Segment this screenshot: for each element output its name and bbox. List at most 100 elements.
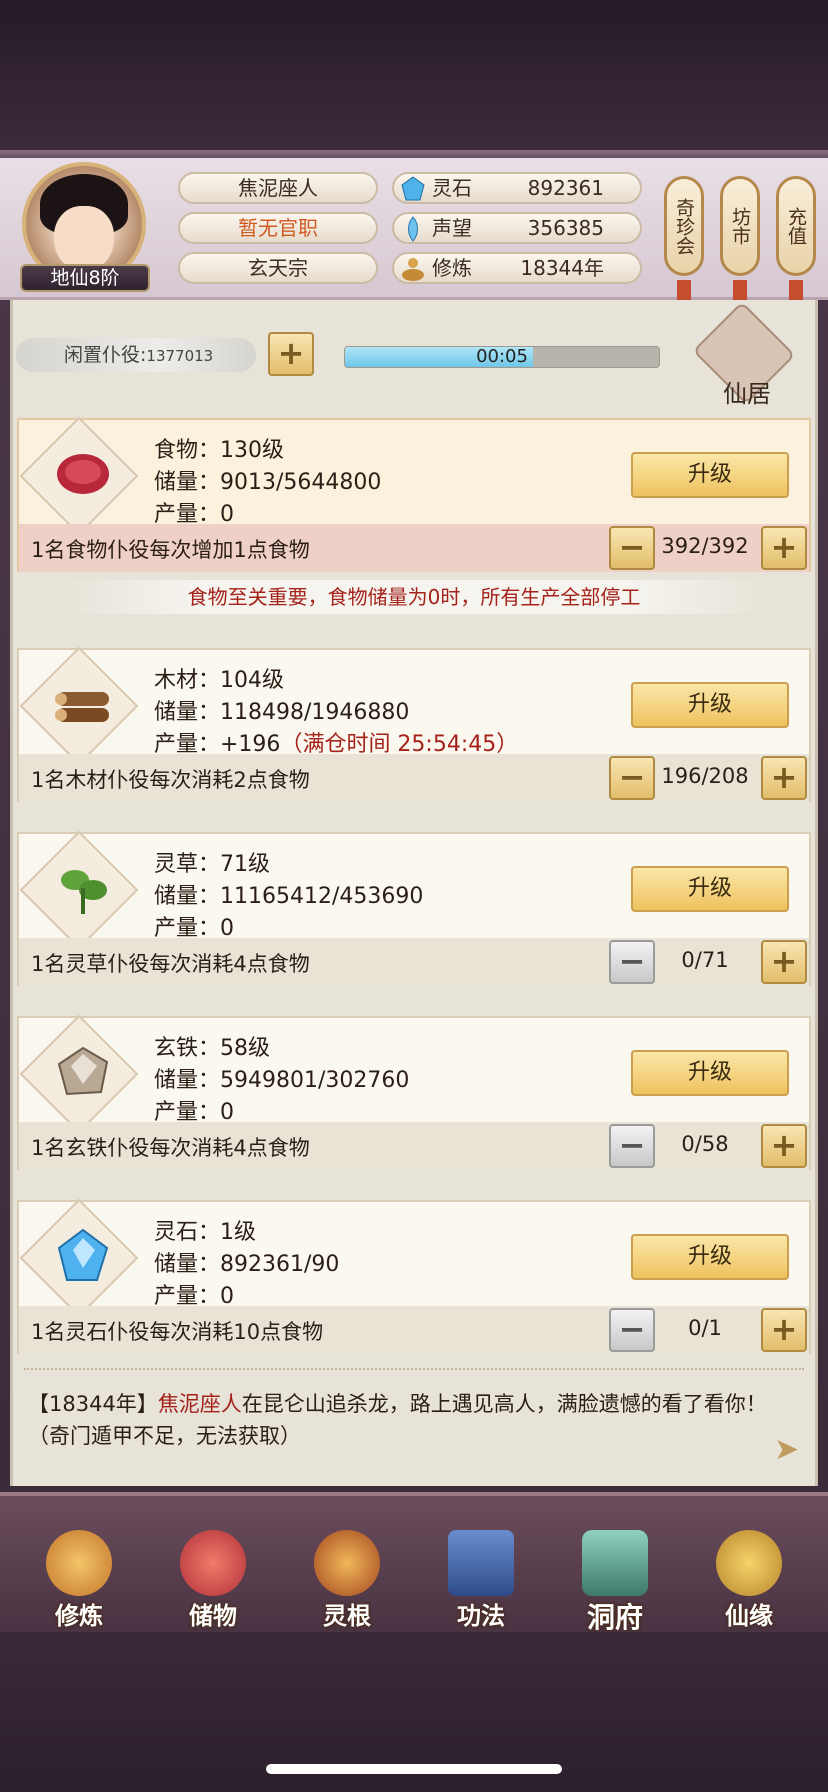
add-worker-button[interactable]: +: [761, 1308, 807, 1352]
player-name: 焦泥座人: [178, 172, 378, 204]
worker-row: 1名灵草仆役每次消耗4点食物 − 0/71 +: [19, 938, 809, 986]
avatar-face: [54, 206, 114, 272]
resource-storage: 储量：892361/90: [154, 1252, 340, 1277]
herb-icon: [61, 870, 107, 914]
gourd-icon: [716, 1530, 782, 1596]
worker-count: 196/208: [661, 764, 749, 788]
nav-label: 洞府: [586, 1601, 643, 1634]
worker-row: 1名木材仆役每次消耗2点食物 − 196/208 +: [19, 754, 809, 802]
resource-level: 木材：104级: [154, 668, 284, 693]
resource-label: 声望: [432, 216, 472, 240]
spirit-root-icon: [314, 1530, 380, 1596]
rank-badge: 地仙8阶: [20, 264, 150, 292]
treasure-fair-button[interactable]: 奇珍会: [664, 176, 704, 276]
home-indicator[interactable]: [266, 1764, 562, 1774]
resource-card-wood: 木材：104级 储量：118498/1946880 产量：+196（满仓时间 2…: [17, 646, 811, 802]
add-worker-button[interactable]: +: [761, 526, 807, 570]
add-worker-button[interactable]: +: [761, 756, 807, 800]
resource-level: 食物：130级: [154, 438, 284, 463]
resource-storage: 储量：11165412/453690: [154, 884, 424, 909]
recruit-servant-button[interactable]: +: [268, 332, 314, 376]
worker-row: 1名食物仆役每次增加1点食物 − 392/392 +: [19, 524, 809, 572]
remove-worker-button[interactable]: −: [609, 526, 655, 570]
resource-storage: 储量：9013/5644800: [154, 470, 382, 495]
meat-icon: [57, 454, 109, 494]
worker-row: 1名玄铁仆役每次消耗4点食物 − 0/58 +: [19, 1122, 809, 1170]
residence-label[interactable]: 仙居: [700, 374, 794, 409]
nav-label: 修炼: [55, 1602, 103, 1630]
nav-label: 功法: [457, 1602, 505, 1630]
resource-value: 892361: [527, 176, 604, 200]
production-timer: 00:05: [344, 346, 660, 368]
nav-cave[interactable]: 洞府: [560, 1520, 670, 1634]
nav-storage[interactable]: 储物: [158, 1520, 268, 1630]
add-worker-button[interactable]: +: [761, 940, 807, 984]
resource-label: 灵石: [432, 176, 472, 200]
cultivation-resource: 修炼 18344年: [392, 252, 642, 284]
remove-worker-button[interactable]: −: [609, 1124, 655, 1168]
event-log: 【18344年】焦泥座人在昆仑山追杀龙，路上遇见高人，满脸遗憾的看了看你！（奇门…: [28, 1388, 788, 1452]
worker-description: 1名灵草仆役每次消耗4点食物: [31, 952, 310, 976]
remove-worker-button[interactable]: −: [609, 756, 655, 800]
nav-label: 储物: [189, 1602, 237, 1630]
add-worker-button[interactable]: +: [761, 1124, 807, 1168]
recharge-button[interactable]: 充值: [776, 176, 816, 276]
worker-description: 1名灵石仆役每次消耗10点食物: [31, 1320, 324, 1344]
resource-level: 灵石：1级: [154, 1220, 256, 1245]
sect-name: 玄天宗: [178, 252, 378, 284]
spirit-stone-icon: [401, 176, 425, 201]
upgrade-button[interactable]: 升级: [631, 1234, 789, 1280]
idle-count: 1377013: [146, 347, 214, 365]
market-button[interactable]: 坊市: [720, 176, 760, 276]
cave-house-icon: [582, 1530, 648, 1596]
official-title[interactable]: 暂无官职: [178, 212, 378, 244]
resource-label: 修炼: [432, 256, 472, 280]
worker-count: 0/58: [681, 1132, 729, 1156]
worker-description: 1名木材仆役每次消耗2点食物: [31, 768, 310, 792]
resource-value: 18344年: [520, 256, 604, 280]
worker-description: 1名食物仆役每次增加1点食物: [31, 538, 310, 562]
upgrade-button[interactable]: 升级: [631, 866, 789, 912]
resource-card-food: 食物：130级 储量：9013/5644800 产量：0 升级 1名食物仆役每次…: [17, 416, 811, 572]
top-background: [0, 0, 828, 150]
nav-label: 仙缘: [725, 1602, 773, 1630]
cultivation-icon: [402, 258, 424, 281]
idle-label: 闲置仆役:: [64, 344, 147, 366]
book-icon: [448, 1530, 514, 1596]
nav-fate[interactable]: 仙缘: [694, 1520, 804, 1630]
resource-card-spirit-stone: 灵石：1级 储量：892361/90 产量：0 升级 1名灵石仆役每次消耗10点…: [17, 1198, 811, 1354]
nav-techniques[interactable]: 功法: [426, 1520, 536, 1630]
nav-cultivate[interactable]: 修炼: [24, 1520, 134, 1630]
worker-count: 392/392: [661, 534, 749, 558]
nav-spirit-root[interactable]: 灵根: [292, 1520, 402, 1630]
log-more-arrow-icon[interactable]: ➤: [774, 1432, 799, 1467]
worker-count: 0/71: [681, 948, 729, 972]
food-warning: 食物至关重要，食物储量为0时，所有生产全部停工: [60, 580, 768, 614]
spirit-stone-resource: 灵石 892361: [392, 172, 642, 204]
upgrade-button[interactable]: 升级: [631, 452, 789, 498]
reputation-resource: 声望 356385: [392, 212, 642, 244]
log-separator: [24, 1368, 804, 1374]
upgrade-button[interactable]: 升级: [631, 682, 789, 728]
resource-storage: 储量：118498/1946880: [154, 700, 410, 725]
resource-storage: 储量：5949801/302760: [154, 1068, 410, 1093]
worker-count: 0/1: [688, 1316, 722, 1340]
idle-servants: 闲置仆役:1377013: [16, 338, 256, 372]
resource-level: 灵草：71级: [154, 852, 270, 877]
wood-icon: [55, 692, 109, 722]
reputation-icon: [408, 216, 418, 242]
log-prefix: 【18344年】: [28, 1392, 158, 1416]
timer-text: 00:05: [476, 346, 528, 367]
resource-card-iron: 玄铁：58级 储量：5949801/302760 产量：0 升级 1名玄铁仆役每…: [17, 1014, 811, 1170]
worker-row: 1名灵石仆役每次消耗10点食物 − 0/1 +: [19, 1306, 809, 1354]
upgrade-button[interactable]: 升级: [631, 1050, 789, 1096]
worker-description: 1名玄铁仆役每次消耗4点食物: [31, 1136, 310, 1160]
bag-icon: [180, 1530, 246, 1596]
resource-level: 玄铁：58级: [154, 1036, 270, 1061]
player-header: 地仙8阶 焦泥座人 暂无官职 玄天宗 灵石 892361 声望 356385 修…: [0, 158, 828, 316]
remove-worker-button[interactable]: −: [609, 1308, 655, 1352]
remove-worker-button[interactable]: −: [609, 940, 655, 984]
nav-label: 灵根: [323, 1602, 371, 1630]
cultivator-icon: [46, 1530, 112, 1596]
ore-icon: [57, 1046, 109, 1096]
